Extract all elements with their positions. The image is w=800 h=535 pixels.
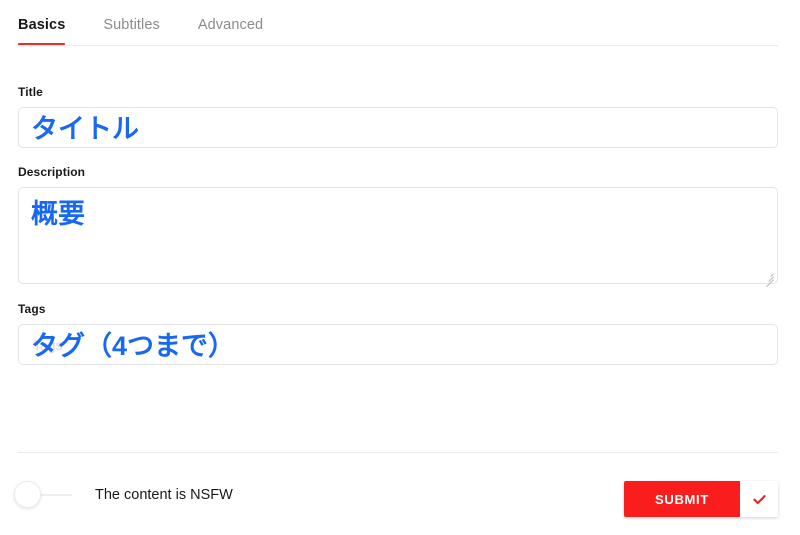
description-label: Description — [18, 165, 86, 179]
description-textarea-value: 概要 — [31, 199, 85, 229]
tab-list: Basics Subtitles Advanced — [18, 0, 301, 46]
title-field-group: Title タイトル — [18, 84, 778, 148]
nsfw-toggle[interactable] — [14, 481, 74, 509]
description-field-group: Description 概要 — [18, 164, 778, 288]
tags-label: Tags — [18, 302, 46, 316]
title-input[interactable]: タイトル — [18, 107, 778, 148]
nsfw-toggle-label: The content is NSFW — [95, 487, 233, 503]
toggle-knob[interactable] — [14, 481, 41, 508]
basics-form: Title タイトル Description 概要 Tags Tags タグ（4… — [18, 84, 778, 365]
tags-input-value: タグ（4つまで） — [31, 331, 236, 361]
tab-advanced-label: Advanced — [197, 17, 264, 33]
tab-subtitles-label: Subtitles — [103, 17, 160, 33]
title-label: Title — [18, 85, 43, 99]
tab-bar-divider — [18, 45, 778, 46]
tags-input[interactable]: Tags タグ（4つまで） — [18, 324, 778, 365]
resize-handle-icon[interactable] — [763, 269, 775, 288]
form-actions: SUBMIT — [624, 481, 778, 517]
tags-field-group: Tags Tags タグ（4つまで） — [18, 301, 778, 365]
tab-basics-label: Basics — [18, 17, 66, 33]
footer-bar: The content is NSFW SUBMIT — [0, 468, 800, 532]
tab-advanced[interactable]: Advanced — [198, 17, 263, 46]
tab-bar: Basics Subtitles Advanced — [0, 0, 800, 46]
tab-basics[interactable]: Basics — [18, 17, 66, 46]
check-icon — [752, 494, 766, 504]
spacer-description-tags — [18, 284, 778, 301]
title-input-value: タイトル — [31, 114, 139, 144]
submit-button[interactable]: SUBMIT — [624, 481, 740, 517]
footer-divider — [18, 452, 778, 453]
toggle-track — [40, 494, 72, 496]
tab-subtitles[interactable]: Subtitles — [103, 17, 160, 46]
nsfw-toggle-group: The content is NSFW — [14, 481, 233, 509]
description-textarea[interactable]: 概要 — [18, 187, 778, 288]
confirm-button[interactable] — [740, 481, 778, 517]
spacer-title-description — [18, 148, 778, 164]
